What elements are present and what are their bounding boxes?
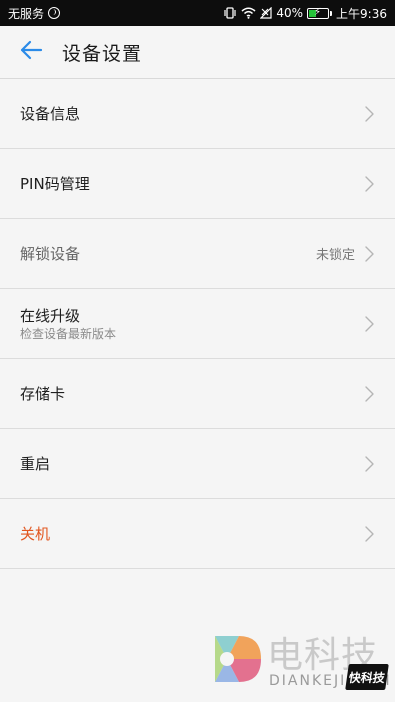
settings-row[interactable]: 关机 — [0, 499, 395, 569]
settings-row-right — [363, 455, 375, 473]
app-bar: 设备设置 — [0, 26, 395, 79]
watermark-badge: 快科技 — [345, 664, 389, 690]
chevron-right-icon — [363, 385, 375, 403]
battery-icon: ⚡ — [307, 6, 333, 19]
settings-row-value: 未锁定 — [315, 248, 355, 263]
settings-row-text: 在线升级 检查设备最新版本 — [20, 306, 116, 342]
settings-row-text: 解锁设备 — [20, 244, 80, 264]
settings-row-label: 解锁设备 — [20, 244, 81, 263]
watermark: 电科技 DIANKEJI.COM 快科技 — [209, 626, 390, 698]
status-bar: 无服务 40% ⚡ 上午9:36 — [0, 0, 395, 26]
settings-row-label: 设备信息 — [20, 104, 81, 123]
page-title: 设备设置 — [62, 42, 143, 65]
settings-row-subtitle: 检查设备最新版本 — [20, 326, 117, 341]
chevron-right-icon — [363, 245, 375, 263]
chevron-right-icon — [363, 525, 375, 543]
settings-row-right — [363, 315, 375, 333]
settings-row[interactable]: 在线升级 检查设备最新版本 — [0, 289, 395, 359]
settings-row[interactable]: 存储卡 — [0, 359, 395, 429]
settings-row[interactable]: PIN码管理 — [0, 149, 395, 219]
wifi-icon — [241, 7, 256, 19]
chevron-right-icon — [363, 105, 375, 123]
settings-row-label: 存储卡 — [20, 384, 66, 403]
settings-row-label: 重启 — [20, 454, 51, 473]
settings-row-right — [363, 385, 375, 403]
settings-row-text: PIN码管理 — [20, 174, 90, 194]
settings-row-text: 关机 — [20, 524, 50, 544]
settings-row-label: 关机 — [20, 524, 51, 543]
clock-time: 上午9:36 — [336, 6, 387, 21]
arrow-left-icon — [19, 39, 43, 65]
settings-list: 设备信息 PIN码管理 解锁设备 未锁定在线升级 检查设备最新版本存储卡重启关机 — [0, 79, 395, 569]
status-left: 无服务 — [8, 5, 61, 22]
watermark-logo-icon — [215, 636, 261, 682]
back-button[interactable] — [10, 31, 52, 73]
chevron-right-icon — [363, 175, 375, 193]
settings-row-right — [363, 175, 375, 193]
settings-row-right — [363, 525, 375, 543]
settings-row-text: 存储卡 — [20, 384, 65, 404]
carrier-text: 无服务 — [8, 6, 45, 21]
settings-row-text: 设备信息 — [20, 104, 80, 124]
charging-bolt-icon: ⚡ — [314, 6, 322, 18]
watermark-badge-text: 快科技 — [347, 670, 386, 685]
settings-row[interactable]: 设备信息 — [0, 79, 395, 149]
settings-row-right: 未锁定 — [316, 244, 375, 263]
chevron-right-icon — [363, 315, 375, 333]
settings-row-label: 在线升级 — [20, 306, 81, 325]
signal-off-icon — [260, 7, 272, 19]
settings-row[interactable]: 解锁设备 未锁定 — [0, 219, 395, 289]
settings-row[interactable]: 重启 — [0, 429, 395, 499]
vibrate-icon — [223, 7, 237, 19]
settings-row-right — [363, 105, 375, 123]
nfc-icon — [48, 7, 61, 19]
status-right: 40% ⚡ 上午9:36 — [223, 5, 387, 22]
battery-percent: 40% — [276, 6, 304, 20]
settings-row-text: 重启 — [20, 454, 50, 474]
settings-row-label: PIN码管理 — [20, 174, 90, 193]
chevron-right-icon — [363, 455, 375, 473]
